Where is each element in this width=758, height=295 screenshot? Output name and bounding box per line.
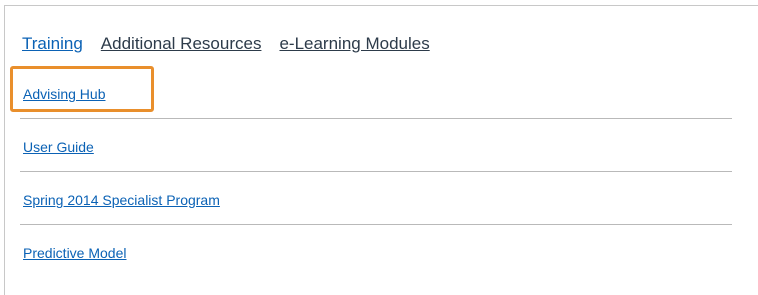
user-guide-link[interactable]: User Guide (23, 139, 94, 156)
tab-additional-resources[interactable]: Additional Resources (101, 33, 262, 55)
list-item-predictive-model: Predictive Model (20, 225, 732, 278)
predictive-model-link[interactable]: Predictive Model (23, 245, 127, 262)
specialist-program-link[interactable]: Spring 2014 Specialist Program (23, 192, 220, 209)
tab-bar: Training Additional Resources e-Learning… (22, 33, 448, 55)
advising-hub-link[interactable]: Advising Hub (23, 86, 106, 103)
list-item-user-guide: User Guide (20, 119, 732, 172)
list-item-advising-hub: Advising Hub (20, 66, 732, 119)
training-link-list: Advising Hub User Guide Spring 2014 Spec… (20, 66, 732, 278)
tab-training[interactable]: Training (22, 33, 83, 55)
tab-e-learning-modules[interactable]: e-Learning Modules (279, 33, 429, 55)
list-item-specialist-program: Spring 2014 Specialist Program (20, 172, 732, 225)
